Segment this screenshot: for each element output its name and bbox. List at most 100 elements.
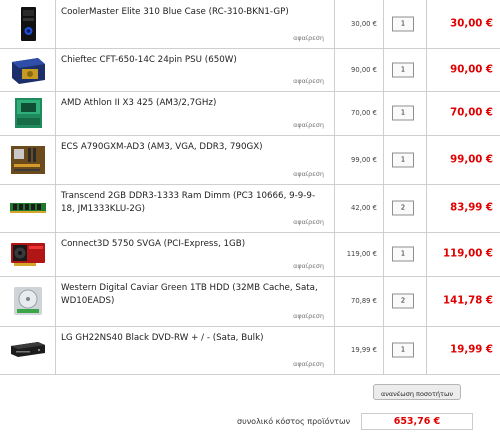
- remove-link[interactable]: αφαίρεση: [293, 121, 324, 129]
- quantity-input[interactable]: 1: [392, 342, 414, 358]
- line-total: 19,99 €: [450, 344, 493, 356]
- grand-total-value: 653,76 €: [361, 413, 473, 430]
- unit-price: 42,00 €: [351, 204, 377, 212]
- quantity-input[interactable]: 1: [392, 152, 414, 167]
- quantity-cell: 1: [383, 0, 427, 48]
- quantity-input[interactable]: 1: [392, 105, 414, 121]
- product-name-cell: LG GH22NS40 Black DVD-RW + / - (Sata, Bu…: [55, 326, 335, 374]
- hard-drive-icon[interactable]: [8, 283, 48, 319]
- product-name-cell: Transcend 2GB DDR3-1333 Ram Dimm (PC3 10…: [55, 184, 335, 232]
- product-name[interactable]: LG GH22NS40 Black DVD-RW + / - (Sata, Bu…: [61, 332, 326, 345]
- cpu-box-icon[interactable]: [8, 95, 48, 131]
- product-image-cell: [0, 184, 56, 232]
- remove-link[interactable]: αφαίρεση: [293, 34, 324, 42]
- quantity-cell: 1: [383, 91, 427, 135]
- quantity-input[interactable]: 1: [392, 246, 414, 262]
- product-image-cell: [0, 0, 56, 48]
- cart-row: Transcend 2GB DDR3-1333 Ram Dimm (PC3 10…: [0, 184, 500, 233]
- product-image-cell: [0, 276, 56, 326]
- quantity-cell: 1: [383, 326, 427, 374]
- unit-price-cell: 70,00 €: [334, 91, 384, 135]
- unit-price-cell: 70,89 €: [334, 276, 384, 326]
- line-total-cell: 90,00 €: [426, 48, 500, 91]
- unit-price-cell: 19,99 €: [334, 326, 384, 374]
- remove-link[interactable]: αφαίρεση: [293, 170, 324, 178]
- quantity-input[interactable]: 1: [392, 62, 414, 77]
- cart-row: Chieftec CFT-650-14C 24pin PSU (650W) αφ…: [0, 48, 500, 92]
- product-image-cell: [0, 326, 56, 374]
- product-image-cell: [0, 48, 56, 91]
- grand-total-label: συνολικό κόστος προϊόντων: [237, 417, 351, 426]
- pc-case-icon[interactable]: [8, 6, 48, 42]
- remove-link[interactable]: αφαίρεση: [293, 312, 324, 320]
- unit-price-cell: 119,00 €: [334, 232, 384, 276]
- line-total-cell: 99,00 €: [426, 135, 500, 184]
- remove-link[interactable]: αφαίρεση: [293, 360, 324, 368]
- unit-price-cell: 30,00 €: [334, 0, 384, 48]
- unit-price-cell: 42,00 €: [334, 184, 384, 232]
- product-name[interactable]: AMD Athlon II X3 425 (AM3/2,7GHz): [61, 97, 326, 110]
- line-total: 83,99 €: [450, 202, 493, 214]
- unit-price: 70,00 €: [351, 109, 377, 117]
- line-total: 90,00 €: [450, 64, 493, 75]
- unit-price-cell: 99,00 €: [334, 135, 384, 184]
- line-total: 141,78 €: [443, 295, 493, 307]
- line-total: 99,00 €: [450, 154, 493, 165]
- product-name-cell: Connect3D 5750 SVGA (PCI-Express, 1GB) α…: [55, 232, 335, 276]
- cart-row: CoolerMaster Elite 310 Blue Case (RC-310…: [0, 0, 500, 49]
- unit-price: 90,00 €: [351, 65, 377, 74]
- line-total-cell: 19,99 €: [426, 326, 500, 374]
- quantity-cell: 2: [383, 184, 427, 232]
- line-total-cell: 70,00 €: [426, 91, 500, 135]
- product-image-cell: [0, 91, 56, 135]
- product-name[interactable]: Connect3D 5750 SVGA (PCI-Express, 1GB): [61, 238, 326, 251]
- ram-stick-icon[interactable]: [8, 190, 48, 226]
- power-supply-icon[interactable]: [8, 52, 48, 88]
- product-name-cell: Western Digital Caviar Green 1TB HDD (32…: [55, 276, 335, 326]
- cart-row: Western Digital Caviar Green 1TB HDD (32…: [0, 276, 500, 327]
- product-name-cell: AMD Athlon II X3 425 (AM3/2,7GHz) αφαίρε…: [55, 91, 335, 135]
- cart-row: AMD Athlon II X3 425 (AM3/2,7GHz) αφαίρε…: [0, 91, 500, 136]
- product-name-cell: CoolerMaster Elite 310 Blue Case (RC-310…: [55, 0, 335, 48]
- line-total-cell: 83,99 €: [426, 184, 500, 232]
- unit-price: 19,99 €: [351, 346, 377, 354]
- cart-row: Connect3D 5750 SVGA (PCI-Express, 1GB) α…: [0, 232, 500, 277]
- quantity-cell: 1: [383, 135, 427, 184]
- product-name-cell: ECS A790GXM-AD3 (AM3, VGA, DDR3, 790GX) …: [55, 135, 335, 184]
- cart-row: LG GH22NS40 Black DVD-RW + / - (Sata, Bu…: [0, 326, 500, 375]
- product-name[interactable]: Western Digital Caviar Green 1TB HDD (32…: [61, 282, 326, 307]
- line-total-cell: 141,78 €: [426, 276, 500, 326]
- unit-price: 70,89 €: [351, 297, 377, 305]
- remove-link[interactable]: αφαίρεση: [293, 218, 324, 226]
- quantity-input[interactable]: 2: [392, 200, 414, 216]
- line-total-cell: 30,00 €: [426, 0, 500, 48]
- product-name[interactable]: CoolerMaster Elite 310 Blue Case (RC-310…: [61, 6, 326, 19]
- line-total-cell: 119,00 €: [426, 232, 500, 276]
- update-quantities-button[interactable]: ανανέωση ποσοτήτων: [373, 384, 461, 400]
- product-name[interactable]: ECS A790GXM-AD3 (AM3, VGA, DDR3, 790GX): [61, 141, 326, 154]
- quantity-input[interactable]: 2: [392, 293, 414, 309]
- remove-link[interactable]: αφαίρεση: [293, 262, 324, 270]
- product-image-cell: [0, 232, 56, 276]
- quantity-cell: 2: [383, 276, 427, 326]
- product-name[interactable]: Transcend 2GB DDR3-1333 Ram Dimm (PC3 10…: [61, 190, 326, 215]
- unit-price: 119,00 €: [346, 250, 377, 258]
- line-total: 70,00 €: [450, 107, 493, 119]
- cart-row: ECS A790GXM-AD3 (AM3, VGA, DDR3, 790GX) …: [0, 135, 500, 185]
- remove-link[interactable]: αφαίρεση: [293, 77, 324, 85]
- product-image-cell: [0, 135, 56, 184]
- unit-price: 99,00 €: [351, 155, 377, 164]
- graphics-card-icon[interactable]: [8, 236, 48, 272]
- line-total: 119,00 €: [443, 248, 493, 260]
- unit-price: 30,00 €: [351, 20, 377, 28]
- quantity-cell: 1: [383, 232, 427, 276]
- quantity-input[interactable]: 1: [392, 16, 414, 32]
- shopping-cart: CoolerMaster Elite 310 Blue Case (RC-310…: [0, 0, 500, 434]
- dvd-drive-icon[interactable]: [8, 332, 48, 368]
- unit-price-cell: 90,00 €: [334, 48, 384, 91]
- product-name[interactable]: Chieftec CFT-650-14C 24pin PSU (650W): [61, 54, 326, 67]
- motherboard-icon[interactable]: [8, 142, 48, 178]
- quantity-cell: 1: [383, 48, 427, 91]
- line-total: 30,00 €: [450, 18, 493, 30]
- product-name-cell: Chieftec CFT-650-14C 24pin PSU (650W) αφ…: [55, 48, 335, 91]
